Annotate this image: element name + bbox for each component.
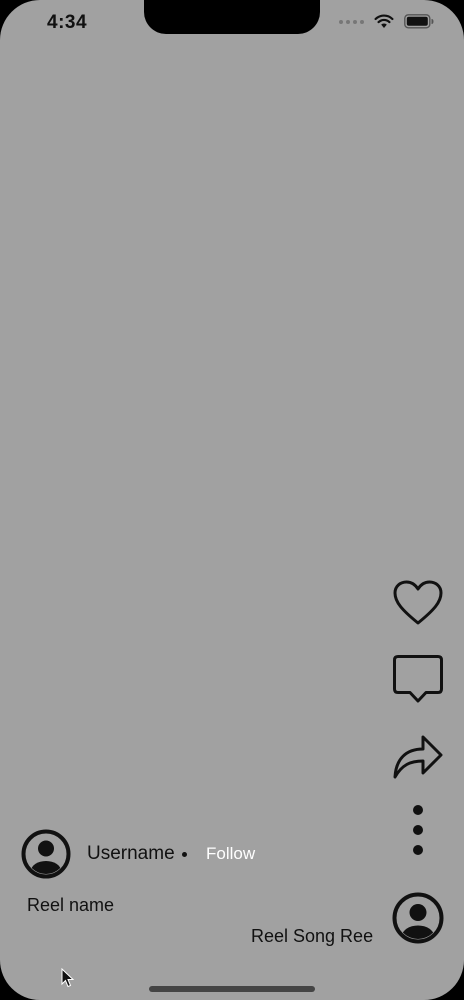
like-button[interactable] (390, 579, 446, 627)
reel-song-name[interactable]: Reel Song Ree (251, 926, 373, 947)
status-bar-right (339, 14, 434, 29)
heart-icon (393, 580, 443, 625)
person-circle-icon (21, 829, 71, 879)
more-options-icon (413, 805, 423, 855)
battery-icon (404, 14, 434, 29)
comment-icon (393, 655, 443, 703)
share-button[interactable] (390, 731, 446, 781)
device-notch (144, 0, 320, 34)
comment-button[interactable] (390, 654, 446, 704)
audio-avatar-button[interactable] (392, 892, 444, 944)
username-label[interactable]: Username (87, 843, 175, 865)
mouse-cursor-icon (61, 968, 75, 988)
home-indicator[interactable] (149, 986, 315, 992)
status-time: 4:34 (47, 12, 88, 33)
audio-avatar-icon (392, 892, 444, 944)
follow-button[interactable]: Follow (206, 844, 255, 864)
separator-dot (182, 852, 187, 857)
share-icon (393, 735, 443, 779)
user-avatar[interactable] (21, 829, 71, 879)
wifi-icon (374, 14, 394, 28)
reel-screen: 4:34 Username Follow Reel name Reel Song… (0, 0, 464, 1000)
more-options-button[interactable] (390, 804, 446, 858)
reel-name: Reel name (27, 895, 115, 915)
signal-dots-icon (339, 19, 364, 24)
